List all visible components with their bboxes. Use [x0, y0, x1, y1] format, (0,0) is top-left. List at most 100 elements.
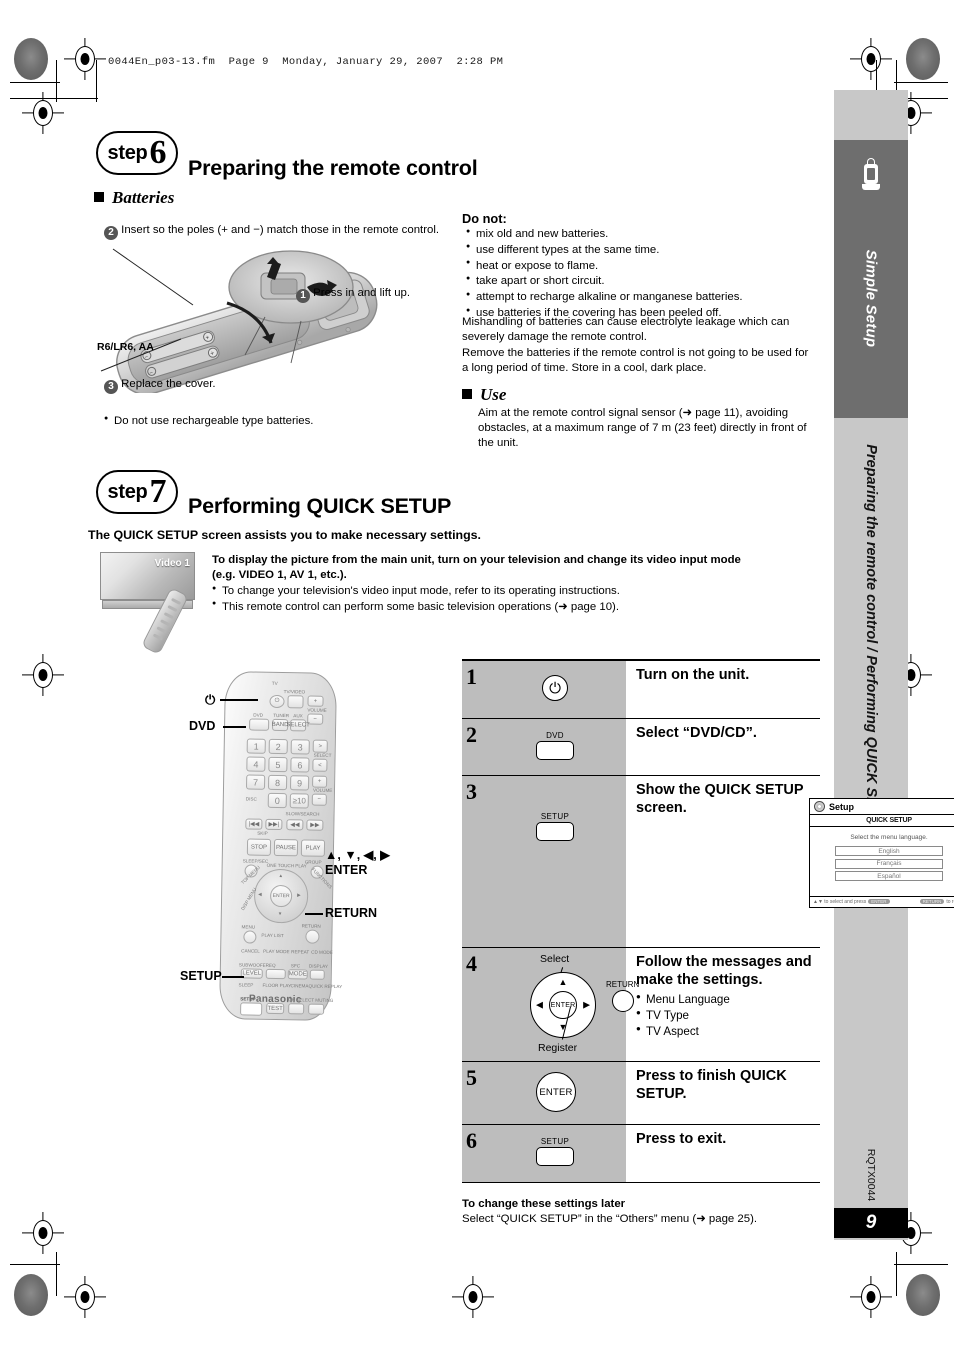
- callout-number-2: 2: [104, 226, 118, 240]
- registration-mark-bottom-left: [64, 1276, 106, 1318]
- document-page: 0044En_p03-13.fm Page 9 Monday, January …: [0, 0, 954, 1350]
- setup-button-shape: [536, 1147, 574, 1166]
- down-arrow-icon: ▼: [277, 911, 283, 917]
- pause-key: PAUSE: [273, 838, 299, 857]
- crop-line-bl-v: [56, 1252, 58, 1296]
- section-heading-batteries-label: Batteries: [112, 188, 175, 207]
- procedure-step-visual: 2 DVD: [462, 719, 626, 775]
- crop-line-left-v: [56, 60, 58, 102]
- battery-callout-3: 3 Replace the cover.: [104, 377, 344, 394]
- return-button-label: RETURN: [606, 980, 640, 989]
- sfc-label: SFC: [290, 963, 301, 969]
- num-8-key: 8: [267, 774, 288, 791]
- callout-number-3: 3: [104, 380, 118, 394]
- osd-option-english[interactable]: English: [835, 846, 943, 856]
- num-1-key: 1: [246, 738, 266, 754]
- dpad-up-arrow-icon: ▲: [558, 977, 568, 987]
- skip-label: SKIP: [257, 830, 268, 836]
- dpad-enter-button: ENTER: [549, 991, 577, 1019]
- battery-callout-2: 2 Insert so the poles (+ and −) match th…: [104, 223, 449, 240]
- return-label-remote: RETURN: [301, 923, 321, 929]
- osd-option-francais[interactable]: Français: [835, 858, 943, 869]
- document-code-text: RQTX0044: [865, 1148, 877, 1202]
- procedure-step-visual: 6 SETUP: [462, 1125, 626, 1182]
- procedure-row: 1 ⏻ Turn on the unit.: [462, 661, 820, 719]
- volume-label: VOLUME: [307, 707, 327, 713]
- num-9-key: 9: [289, 775, 310, 791]
- osd-enter-key-glyph: ENTER: [868, 899, 890, 904]
- up-arrow-icon: ▲: [278, 873, 284, 879]
- dpad-right-arrow-icon: ▶: [583, 999, 590, 1010]
- remote-callout-return: RETURN: [325, 906, 378, 920]
- tv-video-key: [287, 695, 304, 709]
- dpad-enter-return-icon: Select ▲ ▼ ◀ ▶ ENTER Register RETURN: [502, 953, 647, 1058]
- procedure-step-icon-area: DVD: [484, 719, 626, 775]
- section-heading-use: Use: [462, 385, 506, 405]
- dpad-left-arrow-icon: ◀: [536, 999, 543, 1010]
- one-touch-play-label: ONE TOUCH PLAY: [266, 862, 307, 869]
- square-bullet-icon: [462, 389, 472, 399]
- procedure-step-number: 5: [466, 1065, 477, 1090]
- disc-icon: [814, 801, 825, 812]
- dvd-button-label: DVD: [546, 731, 564, 740]
- dvd-button-shape: [536, 741, 574, 760]
- setup-button-icon: SETUP: [536, 1137, 574, 1166]
- procedure-step-icon-area: SETUP: [484, 776, 626, 947]
- registration-mark-left-middle: [22, 654, 64, 696]
- sidebar-rail-active-tab: Simple Setup: [834, 140, 908, 418]
- do-not-item: mix old and new batteries.: [466, 226, 766, 242]
- num-4-key: 4: [246, 756, 266, 772]
- procedure-step-icon-area: ENTER: [484, 1062, 626, 1124]
- quick-replay-label: QUICK REPLAY: [308, 983, 343, 990]
- tv-section-label: TV: [271, 680, 278, 686]
- running-head: Preparing the remote control / Performin…: [834, 430, 908, 850]
- quick-setup-osd-screen: Setup QUICK SETUP Select the menu langua…: [809, 798, 954, 908]
- procedure-step-number: 3: [466, 779, 477, 804]
- callout-leader-return: [305, 913, 323, 915]
- tv-instruction-line1: To display the picture from the main uni…: [212, 554, 741, 566]
- play-key: PLAY: [300, 839, 326, 857]
- dpad-select-label: Select: [540, 953, 570, 965]
- crop-line-br-v: [896, 1252, 898, 1296]
- procedure-row: 3 SETUP Show the QUICK SETUP screen. Set…: [462, 776, 954, 948]
- right-arrow-icon: ▶: [297, 892, 301, 898]
- enter-button-icon: ENTER: [536, 1072, 576, 1112]
- procedure-step-number: 1: [466, 664, 477, 689]
- step6-badge-word: step: [107, 141, 148, 164]
- dpad-ring: ▲ ▼ ◀ ▶ ENTER: [530, 972, 596, 1038]
- sleep-key-label: SLEEP/SEC: [242, 858, 269, 864]
- tv-instruction-bullet: This remote control can perform some bas…: [212, 599, 820, 615]
- procedure-step-bullets: Menu Language TV Type TV Aspect: [636, 992, 816, 1039]
- menu-label: MENU: [241, 924, 256, 930]
- page-number-badge: 9: [834, 1208, 908, 1238]
- floor-play-label: FLOOR PLAY: [262, 982, 292, 989]
- procedure-step-number: 2: [466, 722, 477, 747]
- cd-mode-label: CD MODE: [311, 949, 333, 955]
- setup-button-label: SETUP: [540, 812, 570, 821]
- procedure-row: 5 ENTER Press to finish QUICK SETUP.: [462, 1062, 820, 1125]
- crop-line-right-h: [894, 82, 948, 84]
- num-6-key: 6: [290, 757, 310, 773]
- play-list-label: PLAY LIST: [261, 932, 284, 939]
- eq-label: EQ: [268, 962, 276, 968]
- muting-key: [308, 1003, 325, 1015]
- osd-footer-right-text: to return: [946, 899, 954, 905]
- step7-title: Performing QUICK SETUP: [188, 494, 452, 518]
- procedure-step-heading: Select “DVD/CD”.: [636, 725, 757, 741]
- group-label: GROUP: [304, 859, 322, 865]
- corner-registration-dot-tr: [906, 38, 940, 80]
- aux-label: AUX: [293, 713, 303, 719]
- document-code: RQTX0044: [834, 1130, 908, 1220]
- quick-setup-procedure-table: 1 ⏻ Turn on the unit. 2 DVD Select “DVD/…: [462, 659, 954, 1183]
- step7-badge-word: step: [107, 480, 148, 503]
- osd-option-espanol[interactable]: Español: [835, 871, 943, 881]
- use-text: Aim at the remote control signal sensor …: [478, 407, 807, 450]
- cancel-label: CANCEL: [241, 948, 260, 954]
- repeat-label: REPEAT: [291, 949, 310, 955]
- osd-footer-left: ▲▼ to select and press ENTER: [813, 899, 892, 905]
- crop-line-left-h2: [10, 98, 98, 100]
- step7-intro: The QUICK SETUP screen assists you to ma…: [88, 528, 481, 542]
- remote-callout-dvd: DVD: [189, 719, 216, 733]
- change-settings-text: Select “QUICK SETUP” in the “Others” men…: [462, 1213, 758, 1225]
- square-bullet-icon: [94, 192, 104, 202]
